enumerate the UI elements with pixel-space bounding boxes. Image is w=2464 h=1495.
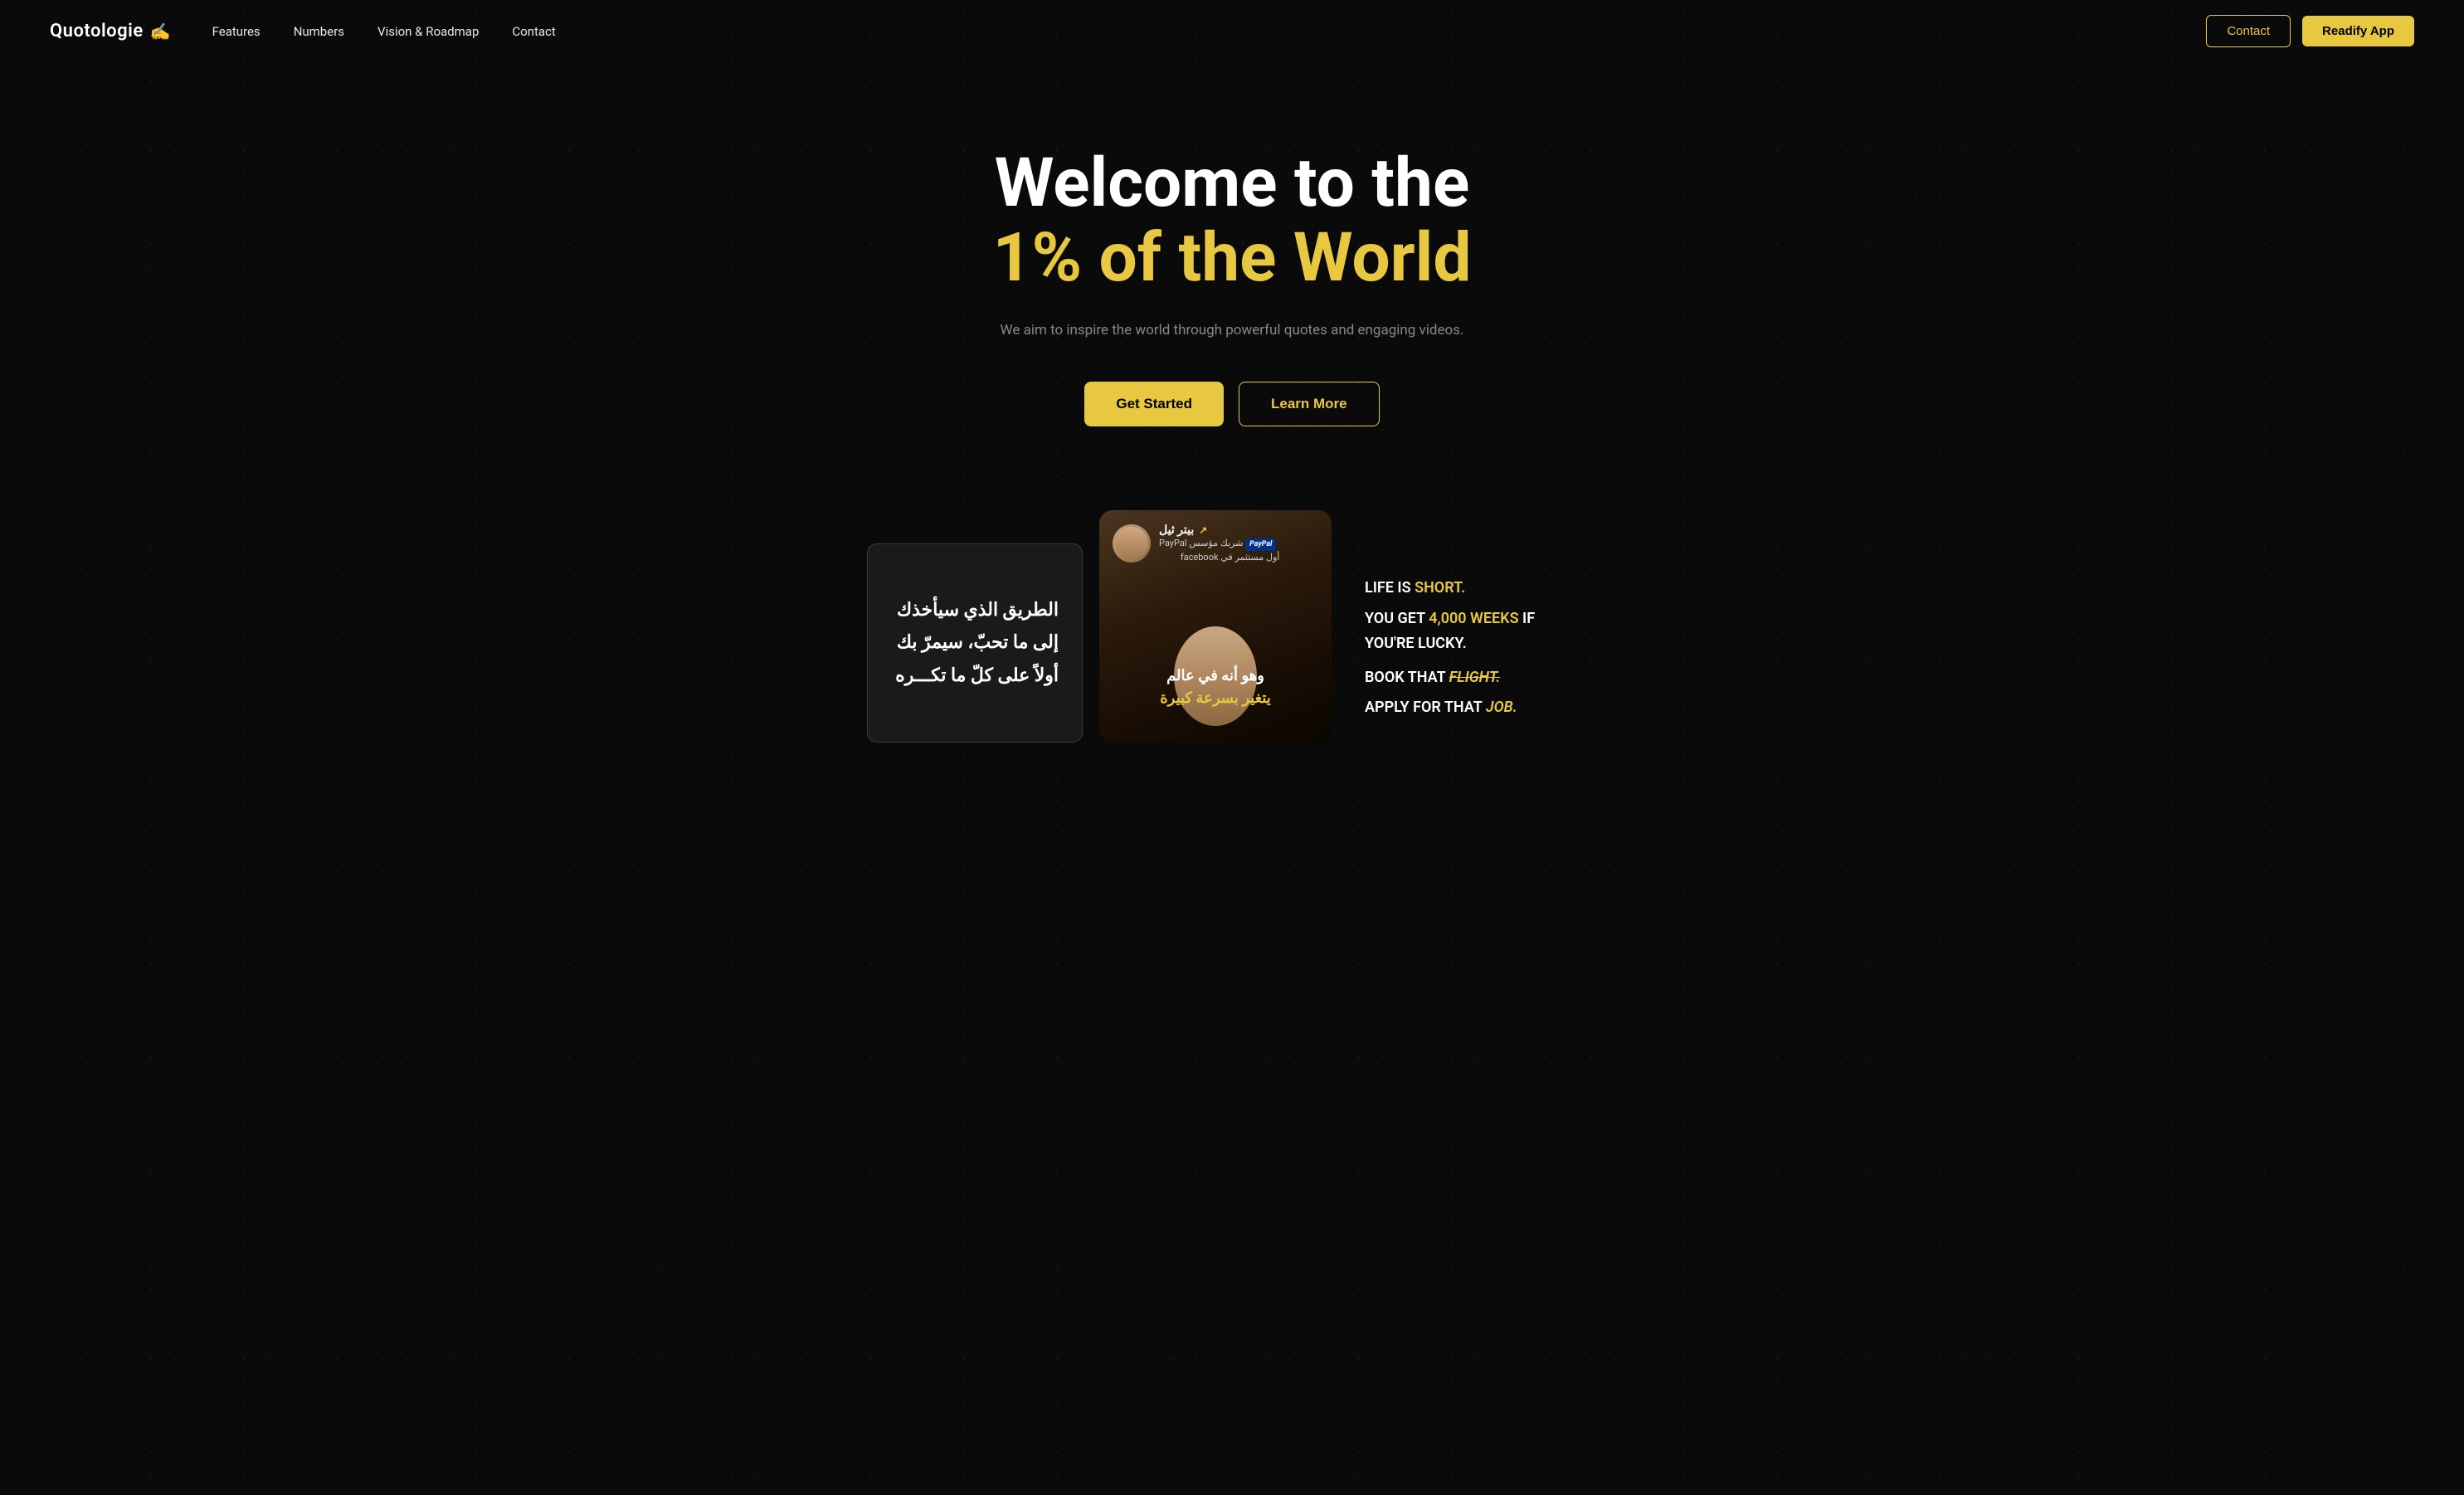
nav-link-features[interactable]: Features: [212, 24, 261, 39]
speaker-name-text: بيتر ثيل: [1159, 523, 1194, 537]
preview-section: الطريق الذي سيأخذك إلى ما تحبّ، سيمرّ بك…: [0, 510, 2464, 743]
text-line-1: LIFE IS SHORT.: [1365, 576, 1580, 601]
hero-subtitle: We aim to inspire the world through powe…: [1001, 319, 1464, 342]
nav-right: Contact Readify App: [2206, 15, 2414, 47]
speaker-role: PayPal شريك مؤسس PayPal أول مستثمر في fa…: [1159, 537, 1279, 563]
video-quote-text-line1: وهو أنه في عالم: [1166, 667, 1264, 684]
speaker-arrow-icon: ↗: [1199, 524, 1207, 536]
speaker-role-line2: أول مستثمر في facebook: [1181, 552, 1279, 562]
hero-title-yellow: 1% of the World: [992, 221, 1471, 295]
readify-app-button[interactable]: Readify App: [2302, 16, 2414, 46]
video-card: ↗ بيتر ثيل PayPal شريك مؤسس PayPal أول م…: [1099, 510, 1332, 743]
video-face: ↗ بيتر ثيل PayPal شريك مؤسس PayPal أول م…: [1099, 510, 1332, 743]
text-job-highlight: JOB.: [1486, 699, 1517, 716]
text-line-1-highlight: SHORT.: [1415, 579, 1465, 597]
video-quote-line1: وهو أنه في عالم: [1113, 665, 1318, 687]
text-line-3-prefix: BOOK THAT: [1365, 669, 1449, 686]
video-quote-highlight: يتغير بسرعة كبيرة: [1160, 689, 1271, 707]
hero-title-white: Welcome to the: [992, 146, 1471, 221]
text-line-1-text: LIFE IS: [1365, 579, 1415, 597]
speaker-info: ↗ بيتر ثيل PayPal شريك مؤسس PayPal أول م…: [1159, 523, 1279, 563]
video-quote: وهو أنه في عالم يتغير بسرعة كبيرة: [1099, 665, 1332, 709]
nav-link-contact[interactable]: Contact: [512, 24, 555, 39]
hero-section: Welcome to the 1% of the World We aim to…: [0, 62, 2464, 494]
nav-link-numbers[interactable]: Numbers: [294, 24, 344, 39]
logo[interactable]: Quotologie ✍: [50, 21, 171, 41]
nav-link-vision[interactable]: Vision & Roadmap: [377, 24, 479, 39]
speaker-role-line1: شريك مؤسس PayPal: [1159, 538, 1243, 548]
video-person: [1132, 577, 1298, 743]
nav-left: Quotologie ✍ Features Numbers Vision & R…: [50, 21, 556, 41]
get-started-button[interactable]: Get Started: [1084, 382, 1224, 426]
text-weeks-highlight: 4,000 WEEKS: [1429, 610, 1518, 627]
arabic-line-2: إلى ما تحبّ، سيمرّ بك: [891, 626, 1059, 660]
logo-text: Quotologie: [50, 21, 144, 41]
avatar-face: [1115, 527, 1148, 560]
text-line-2: YOU GET 4,000 WEEKS IF YOU'RE LUCKY.: [1365, 606, 1580, 657]
text-line-3: BOOK THAT FLIGHT.: [1365, 665, 1580, 691]
text-quote-card: LIFE IS SHORT. YOU GET 4,000 WEEKS IF YO…: [1348, 559, 1597, 743]
paypal-logo: PayPal: [1245, 538, 1276, 551]
text-line-4: APPLY FOR THAT JOB.: [1365, 695, 1580, 721]
avatar: [1113, 524, 1151, 562]
contact-button[interactable]: Contact: [2206, 15, 2291, 47]
speaker-name: ↗ بيتر ثيل: [1159, 523, 1279, 537]
text-line-4-prefix: APPLY FOR THAT: [1365, 699, 1486, 716]
hero-buttons: Get Started Learn More: [1084, 382, 1379, 426]
text-flight-highlight: FLIGHT.: [1449, 669, 1501, 686]
learn-more-button[interactable]: Learn More: [1239, 382, 1380, 426]
text-line-2-prefix: YOU GET: [1365, 610, 1429, 627]
nav-links: Features Numbers Vision & Roadmap Contac…: [212, 23, 556, 39]
video-quote-line2: يتغير بسرعة كبيرة: [1113, 687, 1318, 709]
logo-icon: ✍: [150, 22, 171, 41]
arabic-quote-text: الطريق الذي سيأخذك إلى ما تحبّ، سيمرّ بك…: [891, 594, 1059, 693]
video-overlay: ↗ بيتر ثيل PayPal شريك مؤسس PayPal أول م…: [1099, 510, 1332, 577]
navbar: Quotologie ✍ Features Numbers Vision & R…: [0, 0, 2464, 62]
hero-title: Welcome to the 1% of the World: [992, 146, 1471, 295]
arabic-quote-card: الطريق الذي سيأخذك إلى ما تحبّ، سيمرّ بك…: [867, 543, 1083, 743]
arabic-line-3: أولاً على كلّ ما تكـــره: [891, 660, 1059, 693]
arabic-line-1: الطريق الذي سيأخذك: [891, 594, 1059, 627]
